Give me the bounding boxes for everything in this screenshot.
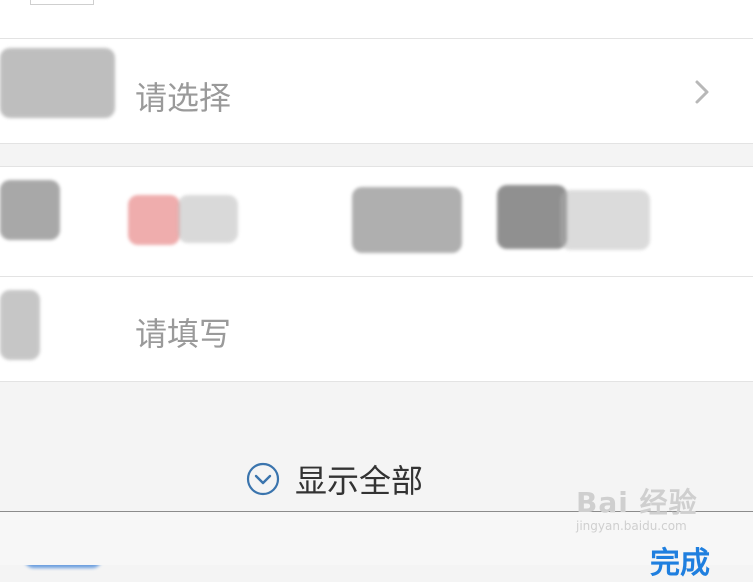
redaction-mark bbox=[0, 48, 115, 118]
redaction-mark bbox=[352, 187, 462, 253]
top-section bbox=[0, 0, 753, 38]
redaction-mark bbox=[178, 195, 238, 243]
chevron-down-circle-icon bbox=[246, 462, 280, 496]
redaction-mark bbox=[560, 190, 650, 250]
fill-placeholder: 请填写 bbox=[135, 315, 232, 353]
watermark-url: jingyan.baidu.com bbox=[576, 519, 687, 533]
redaction-mark bbox=[497, 185, 567, 249]
redaction-mark bbox=[0, 290, 40, 360]
chevron-right-icon bbox=[695, 80, 709, 104]
fill-row[interactable]: 请填写 bbox=[0, 276, 753, 382]
top-field-edge bbox=[30, 0, 94, 5]
watermark-main: Bai 经验 bbox=[576, 486, 698, 519]
show-all-label: 显示全部 bbox=[295, 462, 424, 500]
select-placeholder: 请选择 bbox=[135, 79, 232, 117]
baidu-watermark: Bai 经验 jingyan.baidu.com bbox=[576, 481, 698, 533]
redaction-mark bbox=[128, 195, 180, 245]
show-all-toggle[interactable]: 显示全部 bbox=[246, 459, 424, 500]
redaction-mark bbox=[0, 180, 60, 240]
done-button[interactable]: 完成 bbox=[650, 538, 710, 582]
